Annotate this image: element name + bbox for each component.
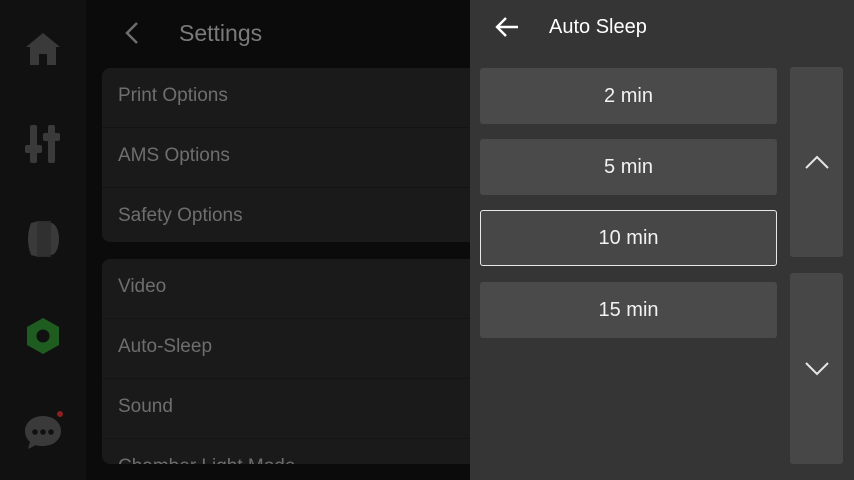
chevron-left-icon[interactable] — [120, 20, 144, 46]
scroll-down-button[interactable] — [790, 273, 843, 464]
settings-group-device: Video Auto-Sleep Sound Chamber Light Mod… — [102, 259, 470, 464]
settings-row-auto-sleep[interactable]: Auto-Sleep — [102, 319, 470, 379]
sidebar — [0, 0, 86, 480]
arrow-left-icon — [495, 17, 518, 37]
settings-panel: Settings Print Options AMS Options Safet… — [86, 0, 470, 480]
settings-header: Settings — [86, 0, 470, 66]
option-15-min[interactable]: 15 min — [480, 282, 777, 338]
option-5-min[interactable]: 5 min — [480, 139, 777, 195]
panel-title: Auto Sleep — [549, 16, 647, 38]
sidebar-item-home[interactable] — [18, 24, 68, 74]
screen: Settings Print Options AMS Options Safet… — [0, 0, 854, 480]
filament-icon — [28, 221, 59, 257]
chevron-down-icon — [804, 361, 829, 375]
row-label: Chamber Light Mode — [118, 455, 295, 464]
chat-icon — [25, 411, 63, 449]
home-icon — [26, 33, 60, 65]
scroll-up-button[interactable] — [790, 67, 843, 257]
row-label: Safety Options — [118, 205, 243, 226]
sidebar-item-messages[interactable] — [18, 406, 68, 456]
row-label: Print Options — [118, 85, 228, 106]
settings-row-safety-options[interactable]: Safety Options — [102, 188, 470, 242]
sidebar-item-filament[interactable] — [18, 214, 68, 264]
sidebar-item-controls[interactable] — [18, 118, 68, 168]
option-10-min[interactable]: 10 min — [480, 210, 777, 266]
row-label: Video — [118, 276, 167, 297]
row-label: AMS Options — [118, 145, 230, 166]
row-label: Auto-Sleep — [118, 336, 213, 357]
notification-badge — [57, 411, 63, 417]
tune-icon — [25, 125, 60, 163]
settings-gear-icon — [27, 318, 59, 354]
settings-row-ams-options[interactable]: AMS Options — [102, 128, 470, 188]
settings-row-video[interactable]: Video — [102, 259, 470, 319]
back-button[interactable] — [492, 13, 522, 41]
settings-row-chamber-light[interactable]: Chamber Light Mode — [102, 439, 470, 464]
chevron-up-icon — [804, 155, 829, 169]
sidebar-item-settings[interactable] — [18, 311, 68, 361]
row-label: Sound — [118, 396, 173, 417]
option-2-min[interactable]: 2 min — [480, 68, 777, 124]
settings-row-sound[interactable]: Sound — [102, 379, 470, 439]
settings-group-print: Print Options AMS Options Safety Options — [102, 68, 470, 242]
settings-row-print-options[interactable]: Print Options — [102, 68, 470, 128]
auto-sleep-panel: Auto Sleep 2 min 5 min 10 min 15 min — [470, 0, 854, 480]
page-title: Settings — [179, 20, 263, 46]
